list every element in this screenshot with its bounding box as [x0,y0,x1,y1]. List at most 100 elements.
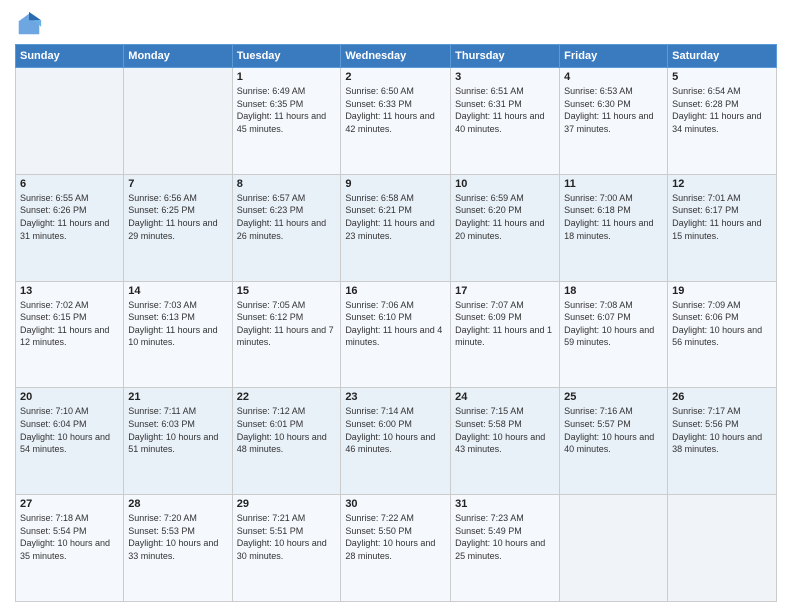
day-info: Sunrise: 7:06 AM Sunset: 6:10 PM Dayligh… [345,299,446,349]
calendar-cell: 12 Sunrise: 7:01 AM Sunset: 6:17 PM Dayli… [668,174,777,281]
day-info: Sunrise: 6:49 AM Sunset: 6:35 PM Dayligh… [237,85,337,135]
day-number: 21 [128,391,227,403]
day-number: 8 [237,178,337,190]
logo [15,10,47,38]
day-info: Sunrise: 7:15 AM Sunset: 5:58 PM Dayligh… [455,405,555,455]
logo-icon [15,10,43,38]
day-number: 4 [564,71,663,83]
calendar-cell: 6Sunrise: 6:55 AM Sunset: 6:26 PM Daylig… [16,174,124,281]
calendar-cell: 2Sunrise: 6:50 AM Sunset: 6:33 PM Daylig… [341,68,451,175]
calendar-cell: 22 Sunrise: 7:12 AM Sunset: 6:01 PM Dayli… [232,388,341,495]
day-number: 30 [345,498,446,510]
day-number: 17 [455,285,555,297]
day-number: 5 [672,71,772,83]
day-number: 9 [345,178,446,190]
day-info: Sunrise: 7:20 AM Sunset: 5:53 PM Dayligh… [128,512,227,562]
day-number: 26 [672,391,772,403]
day-info: Sunrise: 6:57 AM Sunset: 6:23 PM Dayligh… [237,192,337,242]
day-number: 10 [455,178,555,190]
calendar-cell [124,68,232,175]
day-info: Sunrise: 6:50 AM Sunset: 6:33 PM Dayligh… [345,85,446,135]
calendar-cell: 31 Sunrise: 7:23 AM Sunset: 5:49 PM Dayli… [451,495,560,602]
calendar-cell: 24 Sunrise: 7:15 AM Sunset: 5:58 PM Dayli… [451,388,560,495]
calendar-week-2: 6Sunrise: 6:55 AM Sunset: 6:26 PM Daylig… [16,174,777,281]
day-info: Sunrise: 7:12 AM Sunset: 6:01 PM Dayligh… [237,405,337,455]
day-number: 1 [237,71,337,83]
day-info: Sunrise: 7:10 AM Sunset: 6:04 PM Dayligh… [20,405,119,455]
calendar-cell: 14Sunrise: 7:03 AM Sunset: 6:13 PM Dayli… [124,281,232,388]
calendar-cell: 23Sunrise: 7:14 AM Sunset: 6:00 PM Dayli… [341,388,451,495]
day-info: Sunrise: 7:07 AM Sunset: 6:09 PM Dayligh… [455,299,555,349]
calendar-cell: 26Sunrise: 7:17 AM Sunset: 5:56 PM Dayli… [668,388,777,495]
day-info: Sunrise: 7:18 AM Sunset: 5:54 PM Dayligh… [20,512,119,562]
calendar-cell: 18Sunrise: 7:08 AM Sunset: 6:07 PM Dayli… [560,281,668,388]
day-number: 24 [455,391,555,403]
day-info: Sunrise: 7:22 AM Sunset: 5:50 PM Dayligh… [345,512,446,562]
day-number: 27 [20,498,119,510]
day-number: 29 [237,498,337,510]
day-info: Sunrise: 6:55 AM Sunset: 6:26 PM Dayligh… [20,192,119,242]
day-number: 12 [672,178,772,190]
day-info: Sunrise: 7:01 AM Sunset: 6:17 PM Dayligh… [672,192,772,242]
day-number: 14 [128,285,227,297]
header-day-sunday: Sunday [16,45,124,68]
calendar-cell: 15Sunrise: 7:05 AM Sunset: 6:12 PM Dayli… [232,281,341,388]
day-info: Sunrise: 7:23 AM Sunset: 5:49 PM Dayligh… [455,512,555,562]
day-info: Sunrise: 7:00 AM Sunset: 6:18 PM Dayligh… [564,192,663,242]
calendar-cell: 11 Sunrise: 7:00 AM Sunset: 6:18 PM Dayli… [560,174,668,281]
calendar-week-3: 13Sunrise: 7:02 AM Sunset: 6:15 PM Dayli… [16,281,777,388]
day-info: Sunrise: 6:59 AM Sunset: 6:20 PM Dayligh… [455,192,555,242]
day-info: Sunrise: 7:21 AM Sunset: 5:51 PM Dayligh… [237,512,337,562]
calendar-cell: 10 Sunrise: 6:59 AM Sunset: 6:20 PM Dayli… [451,174,560,281]
calendar-week-5: 27 Sunrise: 7:18 AM Sunset: 5:54 PM Dayli… [16,495,777,602]
day-info: Sunrise: 7:08 AM Sunset: 6:07 PM Dayligh… [564,299,663,349]
calendar-week-4: 20 Sunrise: 7:10 AM Sunset: 6:04 PM Dayli… [16,388,777,495]
header-day-wednesday: Wednesday [341,45,451,68]
calendar-cell: 30 Sunrise: 7:22 AM Sunset: 5:50 PM Dayli… [341,495,451,602]
day-info: Sunrise: 6:53 AM Sunset: 6:30 PM Dayligh… [564,85,663,135]
calendar-cell: 13Sunrise: 7:02 AM Sunset: 6:15 PM Dayli… [16,281,124,388]
day-number: 22 [237,391,337,403]
calendar-cell: 19Sunrise: 7:09 AM Sunset: 6:06 PM Dayli… [668,281,777,388]
calendar-cell: 9Sunrise: 6:58 AM Sunset: 6:21 PM Daylig… [341,174,451,281]
calendar-cell: 5 Sunrise: 6:54 AM Sunset: 6:28 PM Daylig… [668,68,777,175]
calendar-cell: 27 Sunrise: 7:18 AM Sunset: 5:54 PM Dayli… [16,495,124,602]
calendar-cell [668,495,777,602]
calendar-cell: 4 Sunrise: 6:53 AM Sunset: 6:30 PM Daylig… [560,68,668,175]
day-number: 20 [20,391,119,403]
day-info: Sunrise: 7:14 AM Sunset: 6:00 PM Dayligh… [345,405,446,455]
calendar-cell: 7 Sunrise: 6:56 AM Sunset: 6:25 PM Daylig… [124,174,232,281]
day-number: 7 [128,178,227,190]
calendar-cell [560,495,668,602]
day-number: 11 [564,178,663,190]
day-info: Sunrise: 7:05 AM Sunset: 6:12 PM Dayligh… [237,299,337,349]
header-day-thursday: Thursday [451,45,560,68]
calendar-cell: 21 Sunrise: 7:11 AM Sunset: 6:03 PM Dayli… [124,388,232,495]
day-info: Sunrise: 6:54 AM Sunset: 6:28 PM Dayligh… [672,85,772,135]
calendar-week-1: 1 Sunrise: 6:49 AM Sunset: 6:35 PM Daylig… [16,68,777,175]
calendar-cell: 1 Sunrise: 6:49 AM Sunset: 6:35 PM Daylig… [232,68,341,175]
day-number: 25 [564,391,663,403]
day-info: Sunrise: 7:11 AM Sunset: 6:03 PM Dayligh… [128,405,227,455]
day-number: 28 [128,498,227,510]
calendar-cell: 3 Sunrise: 6:51 AM Sunset: 6:31 PM Daylig… [451,68,560,175]
day-number: 31 [455,498,555,510]
calendar-cell: 8 Sunrise: 6:57 AM Sunset: 6:23 PM Daylig… [232,174,341,281]
calendar-cell: 16Sunrise: 7:06 AM Sunset: 6:10 PM Dayli… [341,281,451,388]
day-info: Sunrise: 7:02 AM Sunset: 6:15 PM Dayligh… [20,299,119,349]
calendar-cell: 20 Sunrise: 7:10 AM Sunset: 6:04 PM Dayli… [16,388,124,495]
header-row: SundayMondayTuesdayWednesdayThursdayFrid… [16,45,777,68]
day-info: Sunrise: 7:16 AM Sunset: 5:57 PM Dayligh… [564,405,663,455]
page: SundayMondayTuesdayWednesdayThursdayFrid… [0,0,792,612]
header-day-saturday: Saturday [668,45,777,68]
header [15,10,777,38]
header-day-monday: Monday [124,45,232,68]
calendar-cell: 28 Sunrise: 7:20 AM Sunset: 5:53 PM Dayli… [124,495,232,602]
day-number: 3 [455,71,555,83]
day-info: Sunrise: 6:51 AM Sunset: 6:31 PM Dayligh… [455,85,555,135]
day-info: Sunrise: 7:09 AM Sunset: 6:06 PM Dayligh… [672,299,772,349]
calendar-cell [16,68,124,175]
day-info: Sunrise: 6:56 AM Sunset: 6:25 PM Dayligh… [128,192,227,242]
calendar-cell: 29 Sunrise: 7:21 AM Sunset: 5:51 PM Dayli… [232,495,341,602]
calendar-table: SundayMondayTuesdayWednesdayThursdayFrid… [15,44,777,602]
